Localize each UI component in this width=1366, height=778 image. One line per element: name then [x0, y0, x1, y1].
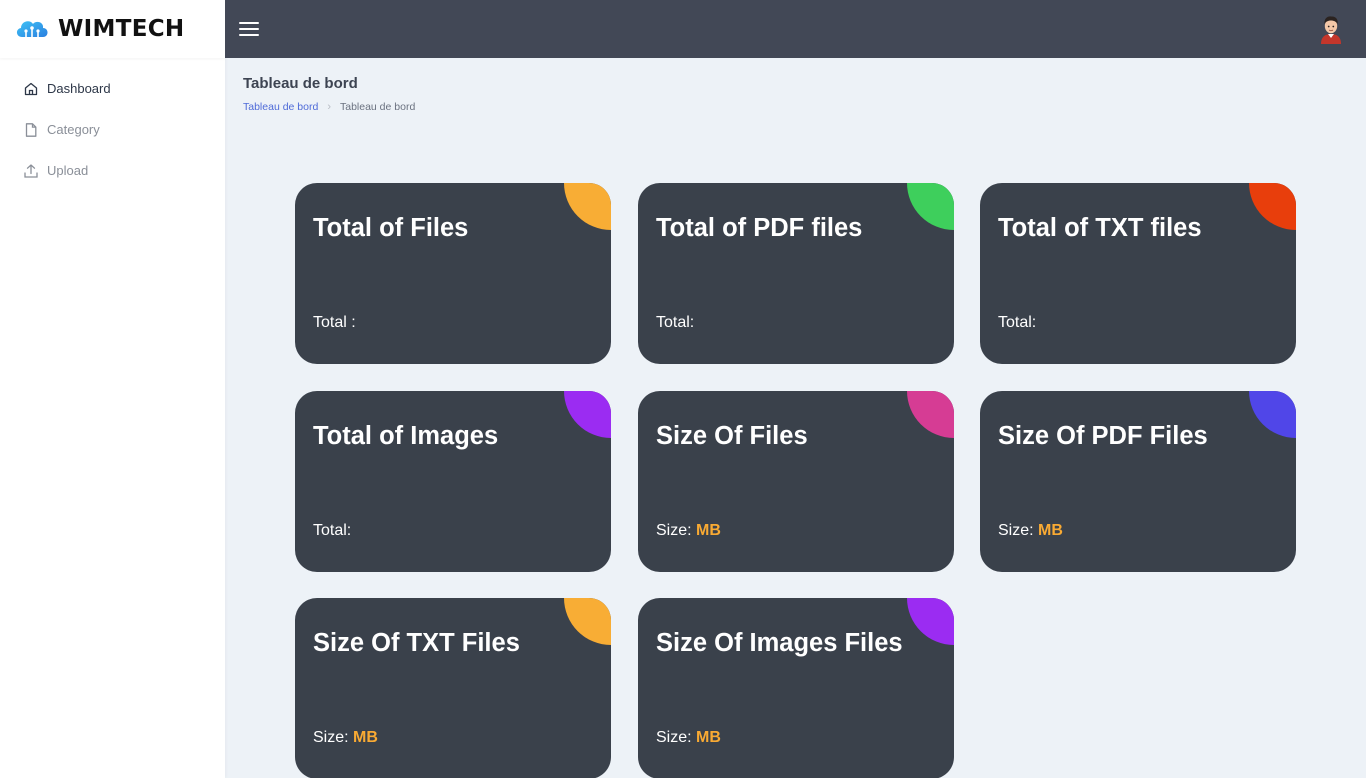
card-accent-corner — [907, 391, 954, 438]
card-value-label: Total: — [998, 314, 1037, 331]
card-value-unit: MB — [696, 522, 721, 539]
sidebar-item-label: Category — [47, 122, 100, 137]
cloud-logo-icon — [16, 21, 48, 42]
card-value-label: Total: — [656, 314, 695, 331]
sidebar-item-dashboard[interactable]: Dashboard — [0, 68, 225, 109]
page-title: Tableau de bord — [243, 75, 358, 92]
card-accent-corner — [564, 391, 611, 438]
card-accent-corner — [907, 598, 954, 645]
card-total-images[interactable]: Total of Images Total: — [295, 391, 611, 572]
card-value-label: Size: — [313, 729, 354, 746]
card-value: Total: — [656, 314, 694, 332]
breadcrumb-link[interactable]: Tableau de bord — [243, 101, 318, 113]
card-title: Size Of PDF Files — [998, 422, 1208, 450]
sidebar-item-category[interactable]: Category — [0, 109, 225, 150]
card-accent-corner — [1249, 183, 1296, 230]
card-value-unit: MB — [353, 729, 378, 746]
card-size-txt-files[interactable]: Size Of TXT Files Size: MB — [295, 598, 611, 778]
card-total-files[interactable]: Total of Files Total : — [295, 183, 611, 364]
card-value-label: Total: — [313, 522, 352, 539]
file-icon — [23, 122, 39, 138]
chevron-right-icon: › — [327, 101, 331, 113]
card-title: Total of Images — [313, 422, 499, 450]
card-value-unit: MB — [1038, 522, 1063, 539]
card-title: Total of Files — [313, 214, 469, 242]
card-value: Total: — [313, 522, 351, 540]
card-value-label: Size: — [656, 522, 697, 539]
sidebar-nav: Dashboard Category Upload — [0, 58, 225, 191]
breadcrumb-current: Tableau de bord — [339, 101, 416, 113]
card-value: Size: MB — [656, 522, 721, 540]
breadcrumb: Tableau de bord › Tableau de bord — [243, 101, 415, 113]
sidebar-item-label: Upload — [47, 163, 89, 178]
card-size-pdf-files[interactable]: Size Of PDF Files Size: MB — [980, 391, 1296, 572]
card-value-label: Size: — [998, 522, 1039, 539]
card-value: Size: MB — [998, 522, 1063, 540]
sidebar: WIMTECH Dashboard Category Upload — [0, 0, 225, 778]
card-title: Size Of TXT Files — [313, 629, 520, 657]
card-accent-corner — [564, 598, 611, 645]
card-title: Total of PDF files — [656, 214, 863, 242]
card-size-files[interactable]: Size Of Files Size: MB — [638, 391, 954, 572]
card-value-label: Total : — [313, 314, 356, 331]
card-value: Size: MB — [656, 729, 721, 747]
card-title: Size Of Files — [656, 422, 808, 450]
card-accent-corner — [1249, 391, 1296, 438]
home-icon — [23, 81, 39, 97]
topbar — [225, 0, 1366, 58]
card-value: Size: MB — [313, 729, 378, 747]
card-accent-corner — [564, 183, 611, 230]
user-avatar[interactable] — [1318, 14, 1344, 44]
upload-icon — [23, 163, 39, 179]
brand[interactable]: WIMTECH — [0, 0, 225, 58]
card-value: Total : — [313, 314, 356, 332]
card-value: Total: — [998, 314, 1036, 332]
card-title: Size Of Images Files — [656, 629, 903, 657]
card-value-label: Size: — [656, 729, 697, 746]
sidebar-item-label: Dashboard — [47, 81, 111, 96]
brand-name: WIMTECH — [58, 16, 185, 42]
card-total-txt-files[interactable]: Total of TXT files Total: — [980, 183, 1296, 364]
card-value-unit: MB — [696, 729, 721, 746]
card-size-images-files[interactable]: Size Of Images Files Size: MB — [638, 598, 954, 778]
menu-toggle-icon[interactable] — [239, 22, 259, 36]
card-total-pdf-files[interactable]: Total of PDF files Total: — [638, 183, 954, 364]
card-title: Total of TXT files — [998, 214, 1202, 242]
sidebar-item-upload[interactable]: Upload — [0, 150, 225, 191]
card-accent-corner — [907, 183, 954, 230]
